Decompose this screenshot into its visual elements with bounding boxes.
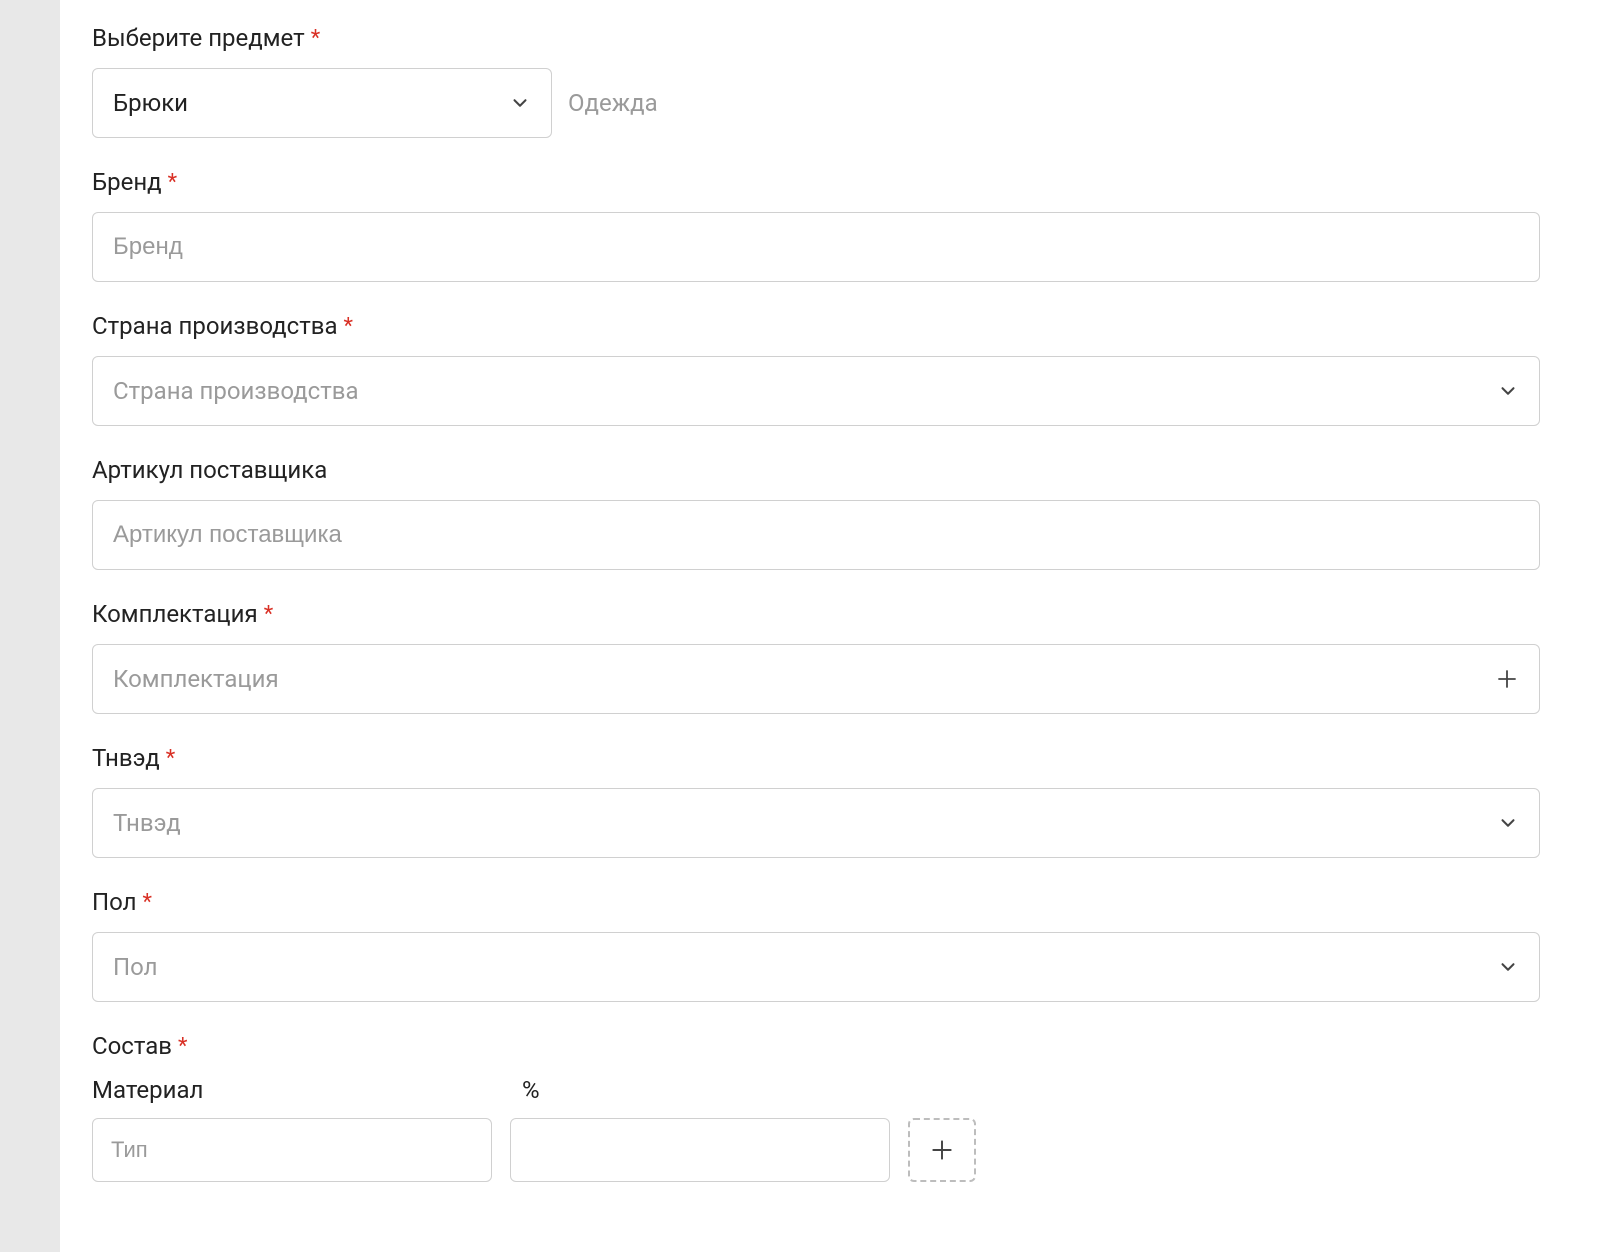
label-gender: Пол * xyxy=(92,888,1540,916)
add-composition-button[interactable] xyxy=(908,1118,976,1182)
label-tnved-text: Тнвэд xyxy=(92,744,160,772)
label-composition: Состав * xyxy=(92,1032,1540,1060)
label-gender-text: Пол xyxy=(92,888,137,916)
label-percent: % xyxy=(522,1076,902,1104)
chevron-down-icon xyxy=(509,92,531,114)
label-subject: Выберите предмет * xyxy=(92,24,1540,52)
label-brand: Бренд * xyxy=(92,168,1540,196)
label-supplier-sku-text: Артикул поставщика xyxy=(92,456,327,484)
kit-placeholder: Комплектация xyxy=(113,665,279,693)
percent-input[interactable] xyxy=(529,1119,871,1181)
label-country: Страна производства * xyxy=(92,312,1540,340)
label-country-text: Страна производства xyxy=(92,312,338,340)
material-input[interactable] xyxy=(111,1119,473,1181)
required-mark: * xyxy=(166,746,175,771)
chevron-down-icon xyxy=(1497,380,1519,402)
subject-helper: Одежда xyxy=(568,89,658,117)
tnved-select[interactable]: Тнвэд xyxy=(92,788,1540,858)
required-mark: * xyxy=(344,314,353,339)
field-kit: Комплектация * Комплектация xyxy=(92,600,1540,714)
material-input-wrap xyxy=(92,1118,492,1182)
label-material: Материал xyxy=(92,1076,492,1104)
composition-labels-row: Материал % xyxy=(92,1076,1540,1118)
required-mark: * xyxy=(264,602,273,627)
tnved-placeholder: Тнвэд xyxy=(113,809,1497,837)
label-composition-text: Состав xyxy=(92,1032,172,1060)
field-supplier-sku: Артикул поставщика xyxy=(92,456,1540,570)
form-page: Выберите предмет * Брюки Одежда Бренд * … xyxy=(60,0,1600,1252)
chevron-down-icon xyxy=(1497,812,1519,834)
gender-select[interactable]: Пол xyxy=(92,932,1540,1002)
gender-placeholder: Пол xyxy=(113,953,1497,981)
field-subject: Выберите предмет * Брюки Одежда xyxy=(92,24,1540,138)
subject-select[interactable]: Брюки xyxy=(92,68,552,138)
label-brand-text: Бренд xyxy=(92,168,162,196)
required-mark: * xyxy=(178,1034,187,1059)
field-country: Страна производства * Страна производств… xyxy=(92,312,1540,426)
kit-addable[interactable]: Комплектация xyxy=(92,644,1540,714)
country-select[interactable]: Страна производства xyxy=(92,356,1540,426)
subject-value: Брюки xyxy=(113,89,188,117)
brand-input-wrap xyxy=(92,212,1540,282)
field-brand: Бренд * xyxy=(92,168,1540,282)
percent-input-wrap xyxy=(510,1118,890,1182)
plus-icon xyxy=(1495,667,1519,691)
composition-inputs-row xyxy=(92,1118,1540,1182)
required-mark: * xyxy=(311,26,320,51)
field-gender: Пол * Пол xyxy=(92,888,1540,1002)
label-kit-text: Комплектация xyxy=(92,600,258,628)
field-composition: Состав * Материал % xyxy=(92,1032,1540,1182)
supplier-sku-input-wrap xyxy=(92,500,1540,570)
label-tnved: Тнвэд * xyxy=(92,744,1540,772)
label-supplier-sku: Артикул поставщика xyxy=(92,456,1540,484)
supplier-sku-input[interactable] xyxy=(113,501,1519,569)
field-tnved: Тнвэд * Тнвэд xyxy=(92,744,1540,858)
required-mark: * xyxy=(168,170,177,195)
chevron-down-icon xyxy=(1497,956,1519,978)
label-kit: Комплектация * xyxy=(92,600,1540,628)
label-subject-text: Выберите предмет xyxy=(92,24,305,52)
required-mark: * xyxy=(143,890,152,915)
plus-icon xyxy=(929,1137,955,1163)
subject-row: Брюки Одежда xyxy=(92,68,1540,138)
country-placeholder: Страна производства xyxy=(113,377,1497,405)
brand-input[interactable] xyxy=(113,213,1519,281)
